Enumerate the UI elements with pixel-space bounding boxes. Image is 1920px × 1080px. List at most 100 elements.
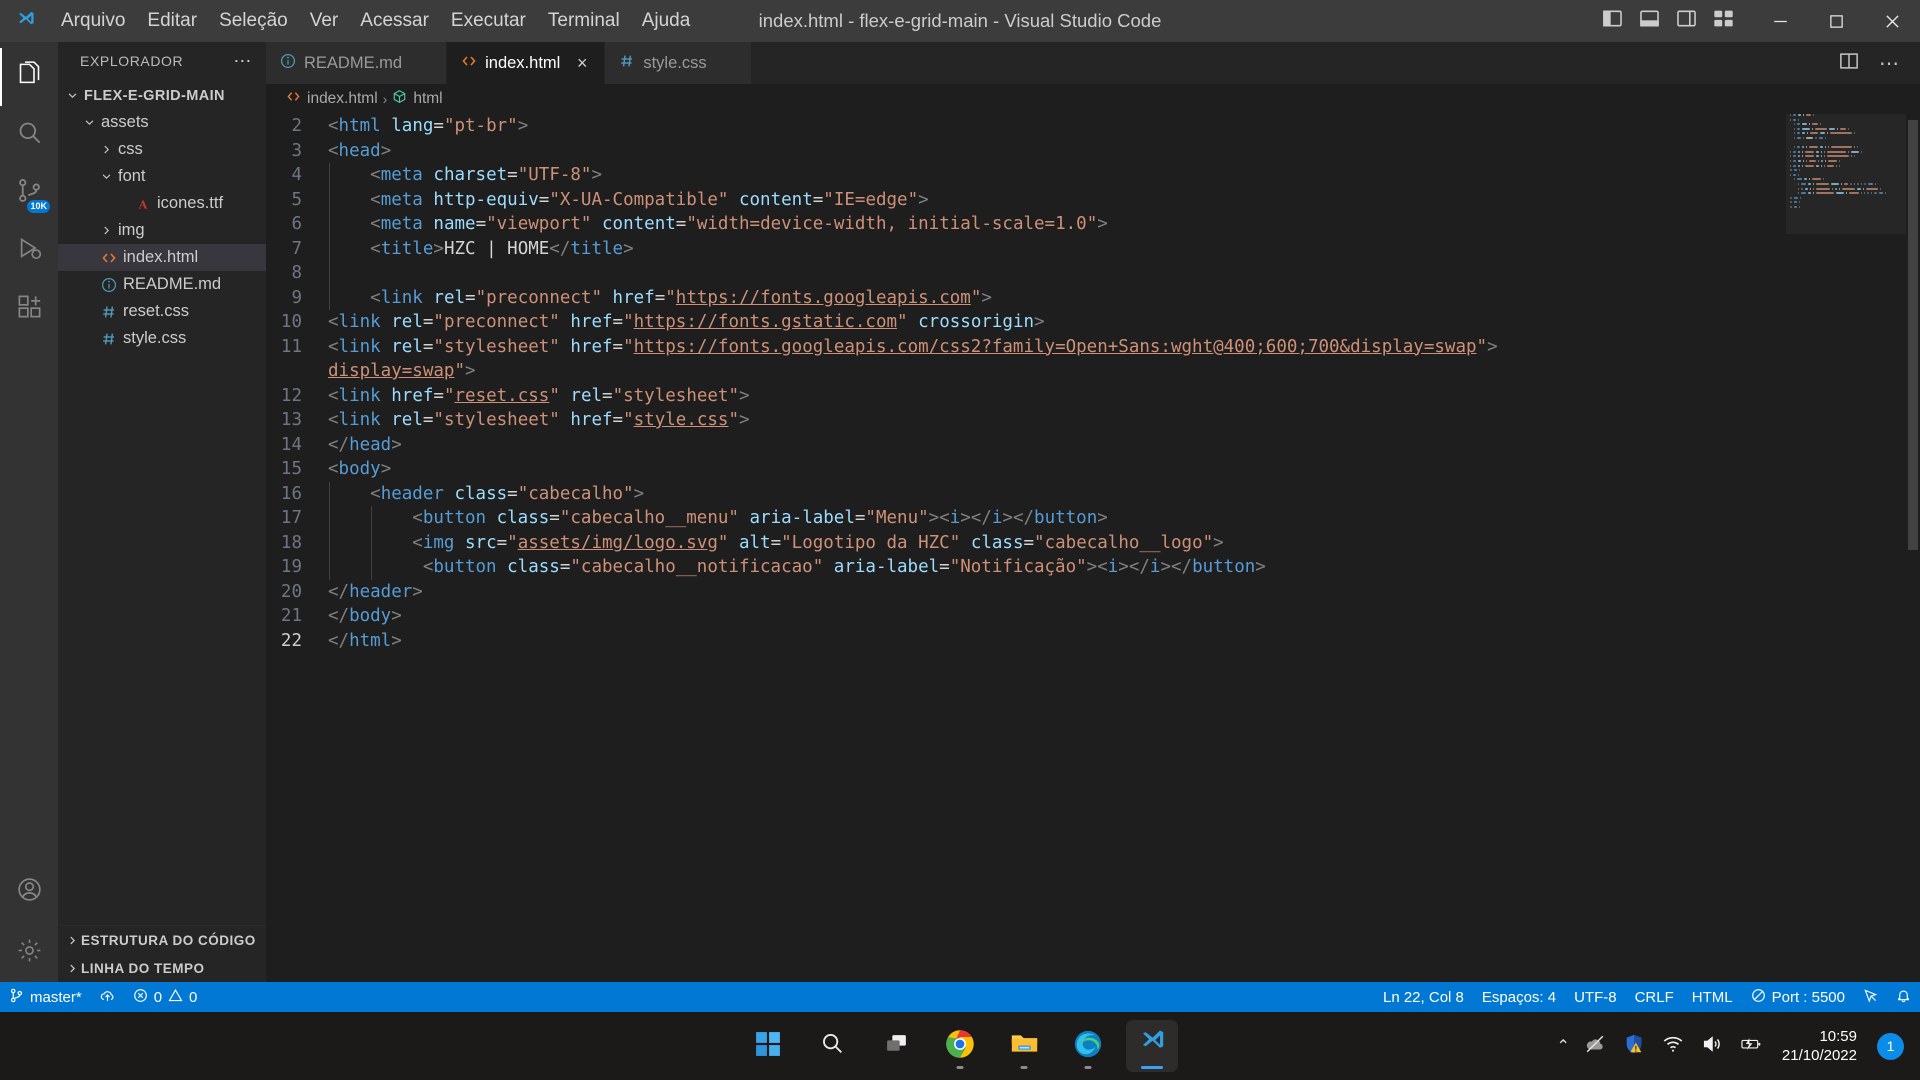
menu-ver[interactable]: Ver bbox=[299, 6, 350, 36]
code-line-text[interactable]: <body> bbox=[328, 457, 1920, 482]
tree-item-icones-ttf[interactable]: Aicones.ttf bbox=[58, 190, 266, 217]
code-line[interactable]: 3 <head> bbox=[266, 139, 1920, 164]
section-timeline[interactable]: LINHA DO TEMPO bbox=[58, 954, 266, 982]
status-sync[interactable] bbox=[91, 982, 124, 1012]
code-line-text[interactable]: <button class="cabecalho__menu" aria-lab… bbox=[328, 506, 1920, 531]
code-line[interactable]: 15 <body> bbox=[266, 457, 1920, 482]
taskbar-chrome-button[interactable] bbox=[934, 1020, 986, 1072]
code-line[interactable]: 10 <link rel="preconnect" href="https://f… bbox=[266, 310, 1920, 335]
code-editor[interactable]: 2 <html lang="pt-br"> 3 <head> 4 <meta chars… bbox=[266, 114, 1920, 982]
code-line-text[interactable]: <head> bbox=[328, 139, 1920, 164]
taskbar-edge-button[interactable] bbox=[1062, 1020, 1114, 1072]
status-language-mode[interactable]: HTML bbox=[1683, 989, 1742, 1006]
code-line-text[interactable]: <html lang="pt-br"> bbox=[328, 114, 1920, 139]
taskbar-task-view-button[interactable] bbox=[870, 1020, 922, 1072]
code-line[interactable]: 11 <link rel="stylesheet" href="https://f… bbox=[266, 335, 1920, 360]
code-line-text[interactable]: <title>HZC | HOME</title> bbox=[328, 236, 1920, 261]
toggle-primary-sidebar-icon[interactable] bbox=[1602, 8, 1623, 34]
code-line-text[interactable]: </body> bbox=[328, 604, 1920, 629]
status-notifications[interactable] bbox=[1887, 988, 1920, 1007]
code-line-text[interactable]: <link rel="stylesheet" href="https://fon… bbox=[328, 335, 1920, 360]
code-line[interactable]: 5 <meta http-equiv="X-UA-Compatible" con… bbox=[266, 187, 1920, 212]
toggle-panel-icon[interactable] bbox=[1639, 8, 1660, 34]
code-line-text[interactable]: <header class="cabecalho"> bbox=[328, 481, 1920, 506]
tree-item-css[interactable]: css bbox=[58, 136, 266, 163]
tree-item-style-css[interactable]: style.css bbox=[58, 325, 266, 352]
menu-executar[interactable]: Executar bbox=[440, 6, 537, 36]
sidebar-more-actions-icon[interactable]: ⋯ bbox=[225, 51, 260, 72]
code-line[interactable]: 21 </body> bbox=[266, 604, 1920, 629]
status-problems[interactable]: 0 0 bbox=[124, 982, 207, 1012]
code-line-text[interactable]: <img src="assets/img/logo.svg" alt="Logo… bbox=[328, 530, 1920, 555]
toggle-secondary-sidebar-icon[interactable] bbox=[1676, 8, 1697, 34]
code-line[interactable]: 20 </header> bbox=[266, 580, 1920, 605]
code-line[interactable]: 13 <link rel="stylesheet" href="style.css… bbox=[266, 408, 1920, 433]
code-line[interactable]: 2 <html lang="pt-br"> bbox=[266, 114, 1920, 139]
code-line[interactable]: 16 <header class="cabecalho"> bbox=[266, 481, 1920, 506]
status-cursor-position[interactable]: Ln 22, Col 8 bbox=[1374, 989, 1473, 1006]
code-line[interactable]: 22 </html> bbox=[266, 629, 1920, 654]
editor-vertical-scrollbar[interactable] bbox=[1906, 114, 1920, 982]
activitybar-manage-settings[interactable] bbox=[0, 924, 58, 982]
code-line-text[interactable]: </head> bbox=[328, 433, 1920, 458]
code-content[interactable]: 2 <html lang="pt-br"> 3 <head> 4 <meta chars… bbox=[266, 114, 1920, 653]
code-line[interactable]: 19 <button class="cabecalho__notificacao… bbox=[266, 555, 1920, 580]
scrollbar-thumb[interactable] bbox=[1908, 120, 1918, 550]
tab-close-icon[interactable]: × bbox=[574, 53, 590, 74]
breadcrumb-symbol[interactable]: html bbox=[392, 89, 443, 109]
tree-item-readme-md[interactable]: README.md bbox=[58, 271, 266, 298]
code-line-text[interactable]: <meta http-equiv="X-UA-Compatible" conte… bbox=[328, 187, 1920, 212]
battery-charging-icon[interactable] bbox=[1740, 1033, 1762, 1060]
windows-security-warning-icon[interactable] bbox=[1623, 1033, 1645, 1060]
menu-ajuda[interactable]: Ajuda bbox=[631, 6, 702, 36]
code-line-text[interactable]: <link rel="stylesheet" href="style.css"> bbox=[328, 408, 1920, 433]
taskbar-file-explorer-button[interactable] bbox=[998, 1020, 1050, 1072]
activitybar-search[interactable] bbox=[0, 106, 58, 164]
status-live-server[interactable]: Port : 5500 bbox=[1742, 988, 1854, 1007]
taskbar-clock[interactable]: 10:59 21/10/2022 bbox=[1776, 1027, 1863, 1065]
taskbar-start-button[interactable] bbox=[742, 1020, 794, 1072]
code-line-text[interactable]: display=swap"> bbox=[328, 359, 1920, 384]
tree-item-reset-css[interactable]: reset.css bbox=[58, 298, 266, 325]
activitybar-run-and-debug[interactable] bbox=[0, 222, 58, 280]
code-line[interactable]: 8 bbox=[266, 261, 1920, 286]
code-line[interactable]: 12 <link href="reset.css" rel="stylesheet… bbox=[266, 384, 1920, 409]
code-line[interactable]: 7 <title>HZC | HOME</title> bbox=[266, 236, 1920, 261]
code-line[interactable]: 18 <img src="assets/img/logo.svg" alt="L… bbox=[266, 530, 1920, 555]
code-line-text[interactable]: <link href="reset.css" rel="stylesheet"> bbox=[328, 384, 1920, 409]
notification-count-badge[interactable]: 1 bbox=[1877, 1032, 1904, 1060]
code-line-text[interactable] bbox=[328, 261, 1920, 286]
close-button[interactable] bbox=[1864, 0, 1920, 42]
status-encoding[interactable]: UTF-8 bbox=[1565, 989, 1626, 1006]
tree-item-flex-e-grid-main[interactable]: FLEX-E-GRID-MAIN bbox=[58, 82, 266, 109]
maximize-button[interactable] bbox=[1808, 0, 1864, 42]
volume-icon[interactable] bbox=[1701, 1033, 1723, 1060]
menu-editar[interactable]: Editar bbox=[136, 6, 208, 36]
code-line[interactable]: 4 <meta charset="UTF-8"> bbox=[266, 163, 1920, 188]
code-line[interactable]: 17 <button class="cabecalho__menu" aria-… bbox=[266, 506, 1920, 531]
activitybar-extensions[interactable] bbox=[0, 280, 58, 338]
tab-readme-md[interactable]: README.md× bbox=[266, 42, 448, 84]
tray-expand-icon[interactable]: ⌃ bbox=[1557, 1036, 1570, 1056]
tab-style-css[interactable]: style.css× bbox=[605, 42, 752, 84]
code-line-text[interactable]: <button class="cabecalho__notificacao" a… bbox=[328, 555, 1920, 580]
split-editor-icon[interactable] bbox=[1839, 51, 1859, 76]
status-eol[interactable]: CRLF bbox=[1626, 989, 1683, 1006]
breadcrumb-file[interactable]: index.html bbox=[286, 89, 378, 109]
tree-item-img[interactable]: img bbox=[58, 217, 266, 244]
onedrive-offline-icon[interactable] bbox=[1584, 1033, 1606, 1060]
code-line-text[interactable]: <link rel="preconnect" href="https://fon… bbox=[328, 285, 1920, 310]
activitybar-accounts[interactable] bbox=[0, 866, 58, 924]
status-feedback[interactable] bbox=[1854, 988, 1887, 1007]
tree-item-font[interactable]: font bbox=[58, 163, 266, 190]
customize-layout-icon[interactable] bbox=[1713, 8, 1734, 34]
menu-acessar[interactable]: Acessar bbox=[349, 6, 440, 36]
editor-more-actions-icon[interactable]: ⋯ bbox=[1879, 51, 1900, 76]
status-branch[interactable]: master* bbox=[0, 982, 91, 1012]
activitybar-explorer[interactable] bbox=[0, 48, 58, 106]
status-indentation[interactable]: Espaços: 4 bbox=[1473, 989, 1565, 1006]
tree-item-assets[interactable]: assets bbox=[58, 109, 266, 136]
menu-selecao[interactable]: Seleção bbox=[208, 6, 299, 36]
activitybar-source-control[interactable]: 10K bbox=[0, 164, 58, 222]
menu-arquivo[interactable]: Arquivo bbox=[50, 6, 136, 36]
